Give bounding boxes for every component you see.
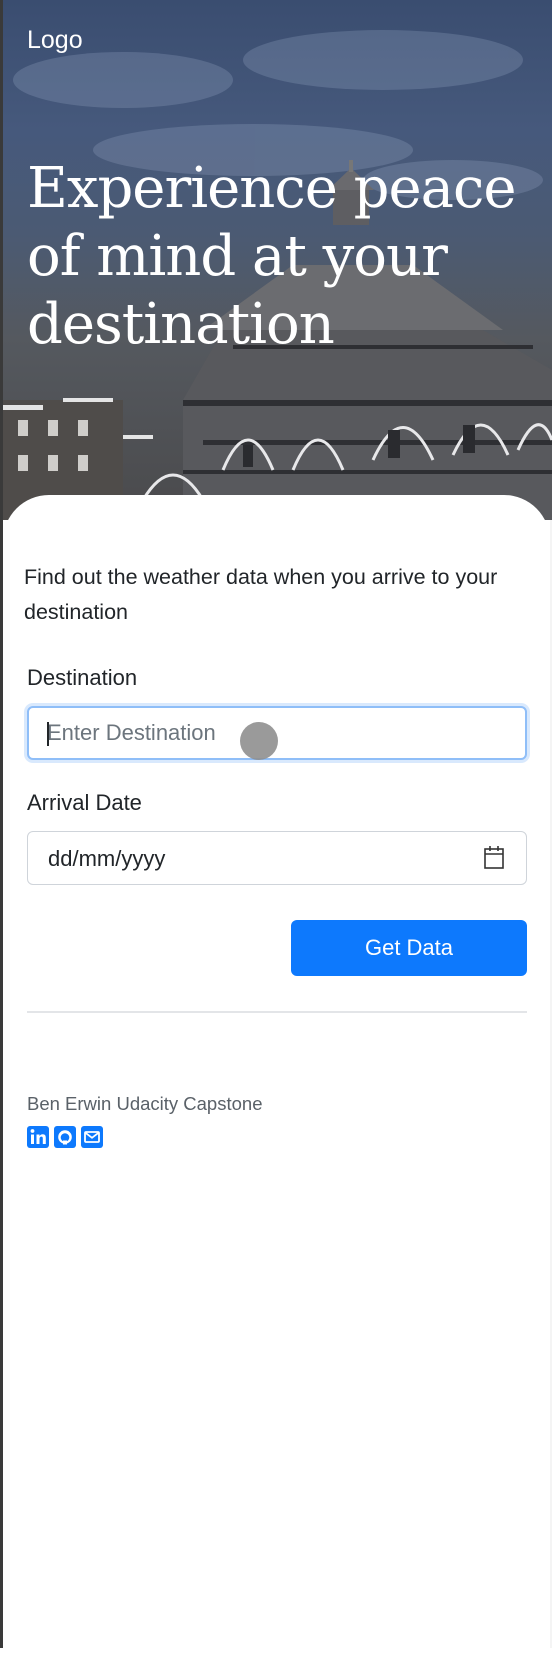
footer-credit: Ben Erwin Udacity Capstone: [27, 1093, 263, 1114]
hero-title: Experience peace of mind at your destina…: [27, 156, 517, 357]
intro-text: Find out the weather data when you arriv…: [24, 565, 498, 624]
destination-field[interactable]: [27, 706, 527, 760]
destination-input[interactable]: [29, 708, 525, 758]
github-icon[interactable]: [54, 1126, 76, 1148]
get-data-button[interactable]: Get Data: [291, 920, 527, 976]
arrival-date-label: Arrival Date: [27, 790, 142, 815]
pointer-cursor: [240, 722, 278, 760]
window-left-border: [0, 0, 3, 1648]
calendar-icon[interactable]: [481, 845, 507, 876]
section-divider: [27, 1011, 527, 1013]
linkedin-icon[interactable]: [27, 1126, 49, 1148]
destination-label: Destination: [27, 665, 138, 690]
arrival-date-field[interactable]: dd/mm/yyyy: [27, 831, 527, 885]
arrival-date-placeholder: dd/mm/yyyy: [48, 846, 166, 871]
hero-banner: Logo Experience peace of mind at your de…: [3, 0, 552, 520]
text-caret: [47, 722, 49, 746]
site-logo[interactable]: Logo: [27, 26, 83, 55]
email-icon[interactable]: [81, 1126, 103, 1148]
